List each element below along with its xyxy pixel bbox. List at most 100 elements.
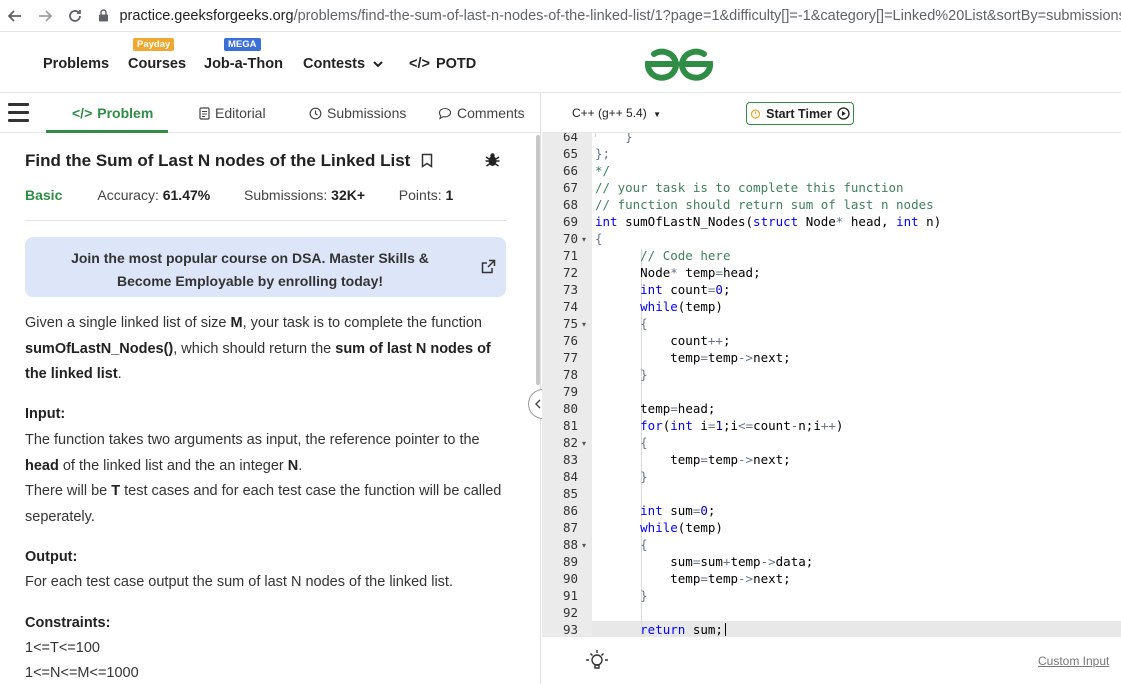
bookmark-icon[interactable] [421, 153, 433, 168]
fold-arrow-icon[interactable]: ▾ [582, 439, 586, 448]
tab-submissions[interactable]: Submissions [309, 105, 406, 121]
code-line[interactable]: return sum; [595, 622, 723, 636]
nav-potd-label: POTD [435, 56, 477, 72]
line-number: 67 [562, 180, 578, 195]
line-number: 82 [562, 435, 578, 450]
line-number: 87 [562, 520, 578, 535]
line-number: 69 [562, 214, 578, 229]
start-timer-label: Start Timer [766, 106, 832, 121]
nav-job-a-thon[interactable]: Job-a-Thon [204, 56, 283, 72]
language-label: C++ (g++ 5.4) [572, 106, 647, 120]
input-text: of the linked list and the an integer [58, 457, 288, 474]
fold-arrow-icon[interactable]: ▾ [582, 541, 586, 550]
code-line[interactable]: { [595, 435, 648, 450]
line-number: 68 [562, 197, 578, 212]
code-line[interactable]: temp=temp->next; [595, 350, 790, 365]
line-number: 86 [562, 503, 578, 518]
tab-comments[interactable]: Comments [438, 105, 525, 121]
scrollbar[interactable] [536, 135, 540, 385]
code-line[interactable]: { [595, 316, 648, 331]
code-line[interactable]: } [595, 133, 633, 144]
code-line[interactable]: int count=0; [595, 282, 730, 297]
code-line[interactable]: temp=temp->next; [595, 571, 790, 586]
code-line[interactable]: int sumOfLastN_Nodes(struct Node* head, … [595, 214, 941, 229]
code-line[interactable]: temp=temp->next; [595, 452, 790, 467]
nav-problems[interactable]: Problems [43, 56, 109, 72]
code-line[interactable]: count++; [595, 333, 730, 348]
nav-contests[interactable]: Contests [303, 56, 383, 72]
reload-icon[interactable] [60, 1, 90, 31]
code-line[interactable]: // your task is to complete this functio… [595, 180, 904, 195]
code-line[interactable]: }; [595, 146, 610, 161]
code-line[interactable]: Node* temp=head; [595, 265, 760, 280]
line-number: 70 [562, 231, 578, 246]
code-line[interactable]: int sum=0; [595, 503, 715, 518]
code-icon: </> [72, 105, 93, 121]
clock-icon [309, 107, 322, 119]
lock-icon[interactable] [94, 1, 114, 31]
line-number: 79 [562, 384, 578, 399]
problem-meta: Basic Accuracy: 61.47% Submissions: 32K+… [25, 187, 453, 203]
menu-icon[interactable] [8, 103, 29, 123]
tab-comments-label: Comments [457, 105, 525, 121]
code-line[interactable]: sum=sum+temp->data; [595, 554, 813, 569]
problem-title: Find the Sum of Last N nodes of the Link… [25, 151, 433, 171]
comment-icon [438, 107, 452, 120]
fold-arrow-icon[interactable]: ▾ [582, 235, 586, 244]
desc-text: , which should return the [173, 340, 336, 357]
nav-courses[interactable]: Courses [128, 56, 186, 72]
code-line[interactable]: { [595, 231, 603, 246]
code-line[interactable]: } [595, 469, 648, 484]
promo-text: Join the most popular course on DSA. Mas… [71, 250, 429, 289]
text-cursor [725, 623, 726, 636]
gfg-logo-icon[interactable] [644, 46, 714, 82]
code-line[interactable]: } [595, 588, 648, 603]
input-text: . [298, 457, 303, 474]
tab-problem[interactable]: </> Problem [72, 105, 153, 121]
promo-banner[interactable]: Join the most popular course on DSA. Mas… [25, 237, 506, 297]
input-text: There will be [25, 483, 112, 499]
line-number: 78 [562, 367, 578, 382]
back-icon[interactable] [0, 1, 30, 31]
line-number: 84 [562, 469, 578, 484]
code-line[interactable]: // function should return sum of last n … [595, 197, 934, 212]
difficulty-badge[interactable]: Basic [25, 187, 62, 203]
custom-input-link[interactable]: Custom Input [1038, 654, 1109, 668]
nav-potd[interactable]: </> POTD [409, 56, 476, 72]
points-label: Points: [398, 187, 442, 203]
start-timer-button[interactable]: Start Timer [746, 102, 854, 125]
url-path: /problems/find-the-sum-of-last-n-nodes-o… [293, 7, 1121, 24]
input-t: T [111, 483, 121, 499]
active-tab-indicator [46, 130, 168, 133]
bug-report-icon[interactable] [484, 151, 501, 168]
browser-toolbar: practice.geeksforgeeks.org/problems/find… [0, 0, 1121, 32]
constraint-1: 1<=T<=100 [25, 640, 100, 656]
line-number: 85 [562, 486, 578, 501]
code-line[interactable]: while(temp) [595, 520, 723, 535]
code-editor[interactable]: 64 } 65}; 66 */ 67 // your task is to complet… [542, 133, 1121, 636]
address-bar[interactable]: practice.geeksforgeeks.org/problems/find… [119, 8, 1121, 24]
line-number: 74 [562, 299, 578, 314]
input-head-word: head [25, 457, 59, 474]
tab-submissions-label: Submissions [327, 105, 407, 121]
code-line[interactable]: for(int i=1;i<=count-n;i++) [595, 418, 843, 433]
line-number: 80 [562, 401, 578, 416]
code-line[interactable]: */ [595, 163, 610, 178]
line-number: 66 [562, 163, 578, 178]
language-select[interactable]: C++ (g++ 5.4) ▼ [572, 106, 661, 120]
code-line[interactable]: } [595, 367, 648, 382]
external-link-icon[interactable] [481, 259, 496, 274]
fold-arrow-icon[interactable]: ▾ [582, 320, 586, 329]
forward-icon[interactable] [30, 1, 60, 31]
points-value: 1 [445, 187, 454, 203]
lightbulb-icon[interactable] [586, 649, 608, 673]
code-line[interactable]: while(temp) [595, 299, 723, 314]
input-heading: Input: [25, 406, 66, 422]
code-line[interactable]: { [595, 537, 648, 552]
tab-editorial-label: Editorial [215, 105, 266, 121]
code-line[interactable]: // Code here [595, 248, 730, 263]
accuracy-value: 61.47% [162, 187, 211, 203]
tab-problem-label: Problem [97, 105, 154, 121]
code-line[interactable]: temp=head; [595, 401, 715, 416]
tab-editorial[interactable]: Editorial [199, 105, 266, 121]
